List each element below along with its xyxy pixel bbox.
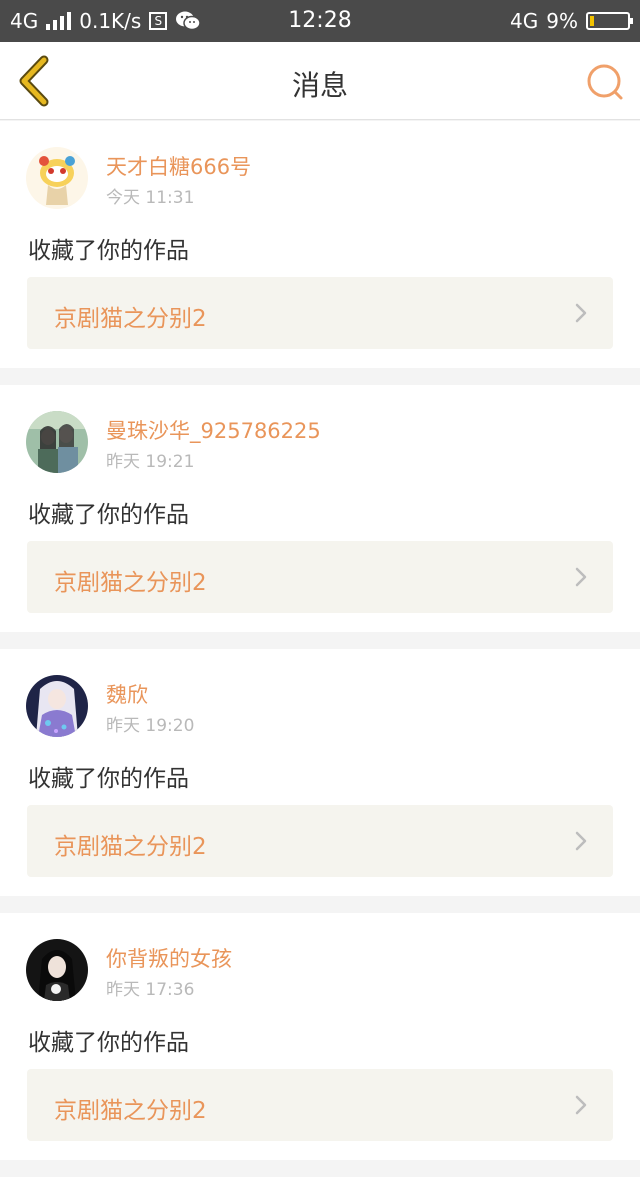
girl-photo-avatar-art (26, 939, 88, 1001)
message-card: 你背叛的女孩 昨天 17:36 收藏了你的作品 京剧猫之分别2 (0, 913, 640, 1160)
lion-dance-avatar-art (26, 147, 88, 209)
work-link[interactable]: 京剧猫之分别2 (27, 541, 613, 613)
chevron-right-icon (575, 567, 587, 587)
status-bar: 4G 0.1K/s S 12:28 4G 9% (0, 0, 640, 42)
search-icon[interactable] (584, 60, 628, 104)
message-card: 天才白糖666号 今天 11:31 收藏了你的作品 京剧猫之分别2 (0, 121, 640, 368)
work-title: 京剧猫之分别2 (54, 570, 207, 596)
girl-photo-avatar[interactable] (26, 939, 88, 1001)
message-card: 曼珠沙华_925786225 昨天 19:21 收藏了你的作品 京剧猫之分别2 (0, 385, 640, 632)
page-title: 消息 (291, 69, 348, 102)
work-title: 京剧猫之分别2 (54, 306, 207, 332)
anime-girl-avatar-art (26, 675, 88, 737)
work-title: 京剧猫之分别2 (54, 1098, 207, 1124)
action-text: 收藏了你的作品 (28, 238, 189, 264)
work-link[interactable]: 京剧猫之分别2 (27, 1069, 613, 1141)
username[interactable]: 曼珠沙华_925786225 (106, 415, 321, 445)
message-time: 昨天 19:21 (106, 452, 195, 472)
username[interactable]: 你背叛的女孩 (106, 943, 232, 973)
battery-icon (586, 12, 633, 30)
anime-girl-avatar[interactable] (26, 675, 88, 737)
action-text: 收藏了你的作品 (28, 502, 189, 528)
message-time: 今天 11:31 (106, 188, 195, 208)
status-right: 4G 9% (510, 8, 633, 34)
username[interactable]: 天才白糖666号 (106, 151, 251, 181)
header-bar: 消息 (0, 42, 640, 120)
work-link[interactable]: 京剧猫之分别2 (27, 277, 613, 349)
message-list: 天才白糖666号 今天 11:31 收藏了你的作品 京剧猫之分别2 曼珠沙华_9… (0, 121, 640, 1177)
battery-percent: 9% (546, 9, 578, 33)
anime-duo-avatar-art (26, 411, 88, 473)
message-time: 昨天 19:20 (106, 716, 195, 736)
lion-dance-avatar[interactable] (26, 147, 88, 209)
message-card: 魏欣 昨天 19:20 收藏了你的作品 京剧猫之分别2 (0, 649, 640, 896)
network-right-label: 4G (510, 9, 539, 33)
battery-fill (590, 16, 594, 26)
message-time: 昨天 17:36 (106, 980, 195, 1000)
work-title: 京剧猫之分别2 (54, 834, 207, 860)
chevron-right-icon (575, 303, 587, 323)
work-link[interactable]: 京剧猫之分别2 (27, 805, 613, 877)
action-text: 收藏了你的作品 (28, 766, 189, 792)
chevron-right-icon (575, 1095, 587, 1115)
chevron-right-icon (575, 831, 587, 851)
username[interactable]: 魏欣 (106, 679, 148, 709)
anime-duo-avatar[interactable] (26, 411, 88, 473)
action-text: 收藏了你的作品 (28, 1030, 189, 1056)
